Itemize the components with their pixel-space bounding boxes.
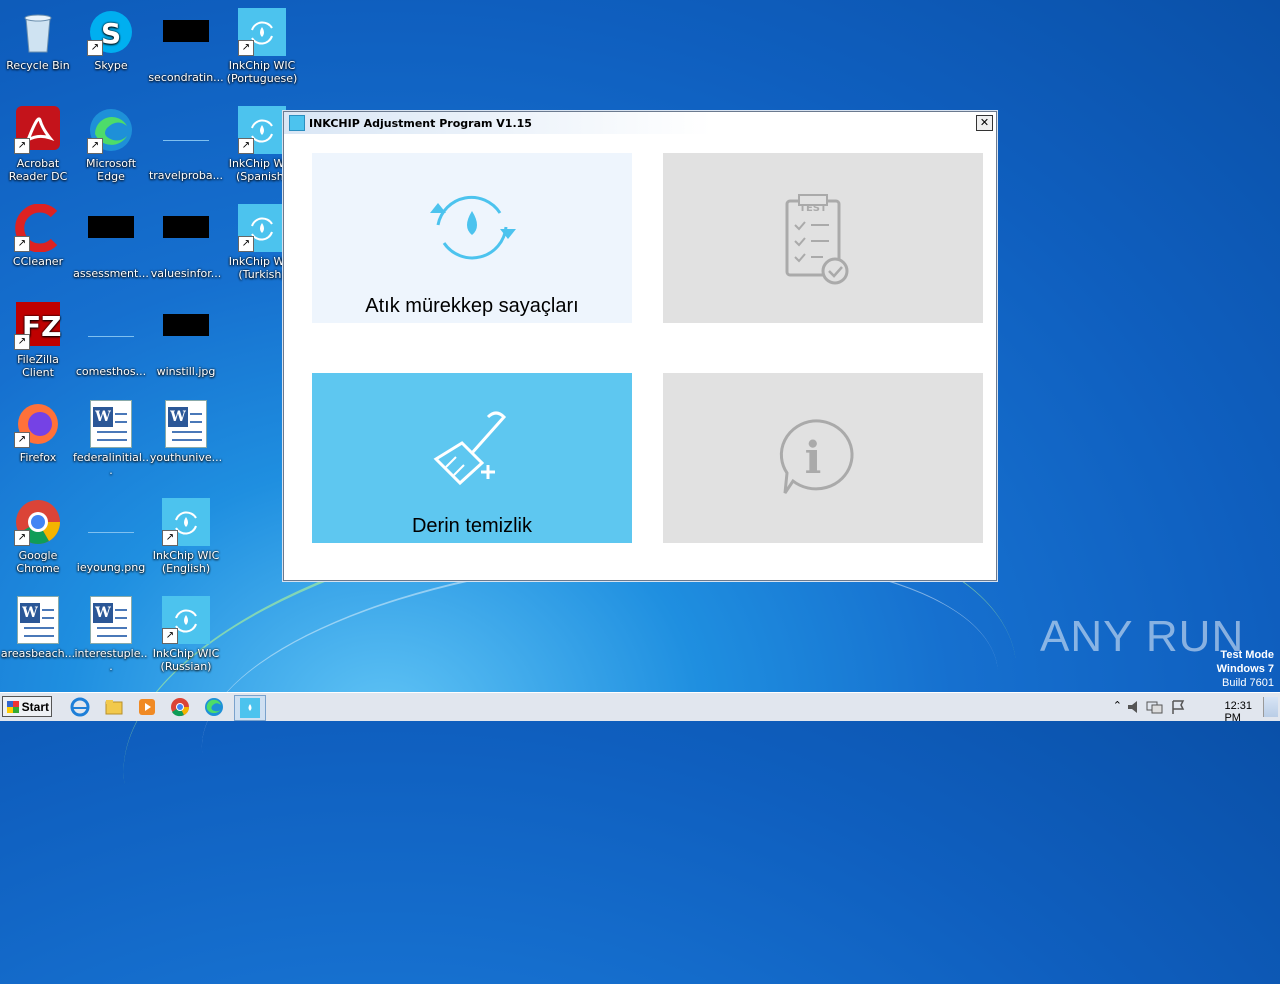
shortcut-arrow-icon: ↗ [14, 334, 30, 350]
broom-icon [433, 411, 507, 486]
word-document-icon: W [87, 400, 135, 448]
file-thumbnail-icon [87, 510, 135, 558]
start-button[interactable]: Start [2, 696, 52, 717]
file-thumbnail-icon [162, 314, 210, 362]
desktop-icon-acrobat[interactable]: ↗ Acrobat Reader DC [0, 106, 76, 183]
desktop-icon-chrome[interactable]: ↗ Google Chrome [0, 498, 76, 575]
word-document-icon: W [87, 596, 135, 644]
desktop-icon-winstill[interactable]: winstill.jpg [148, 302, 224, 378]
anyrun-watermark: ANY RUN [1040, 612, 1245, 661]
inkchip-icon: ↗ [238, 106, 286, 154]
desktop-icon-assessment[interactable]: assessment... [73, 204, 149, 280]
info-icon-text: i [805, 433, 822, 484]
file-explorer-icon[interactable] [104, 697, 124, 717]
desktop-icon-interestuple[interactable]: W interestuple... [73, 596, 149, 673]
inkchip-icon: ↗ [238, 204, 286, 252]
shortcut-arrow-icon: ↗ [87, 138, 103, 154]
inkchip-taskbar-button[interactable] [234, 695, 266, 721]
shortcut-arrow-icon: ↗ [14, 530, 30, 546]
desktop-icon-federalinitial[interactable]: W federalinitial... [73, 400, 149, 477]
edge-taskbar-icon[interactable] [204, 697, 224, 717]
media-player-icon[interactable] [137, 697, 157, 717]
file-thumbnail-icon [162, 216, 210, 264]
chrome-taskbar-icon[interactable] [170, 697, 190, 717]
file-thumbnail-icon [162, 20, 210, 68]
shortcut-arrow-icon: ↗ [162, 530, 178, 546]
file-thumbnail-icon [87, 216, 135, 264]
inkchip-taskbar-icon [240, 698, 260, 718]
shortcut-arrow-icon: ↗ [238, 40, 254, 56]
acrobat-icon: ↗ [14, 106, 62, 154]
firefox-icon: ↗ [14, 400, 62, 448]
desktop-icon-ccleaner[interactable]: ↗ CCleaner [0, 203, 76, 268]
shortcut-arrow-icon: ↗ [14, 138, 30, 154]
file-thumbnail-icon [87, 314, 135, 362]
test-mode-line: Test Mode [1220, 649, 1274, 661]
file-thumbnail-icon [162, 118, 210, 166]
desktop-icon-inkchip-english[interactable]: ↗ InkChip WIC (English) [148, 498, 224, 575]
inkchip-icon: ↗ [162, 596, 210, 644]
shortcut-arrow-icon: ↗ [162, 628, 178, 644]
desktop-icon-firefox[interactable]: ↗ Firefox [0, 400, 76, 464]
inkchip-icon: ↗ [238, 8, 286, 56]
desktop-icon-skype[interactable]: S ↗ Skype [73, 8, 149, 72]
inkchip-app-icon [289, 115, 305, 131]
network-icon[interactable] [1146, 699, 1164, 715]
word-document-icon: W [162, 400, 210, 448]
desktop-icon-areasbeach[interactable]: W areasbeach... [0, 596, 76, 660]
test-icon-text: TEST [799, 203, 827, 214]
desktop-icon-inkchip-russian[interactable]: ↗ InkChip WIC (Russian) [148, 596, 224, 673]
action-center-flag-icon[interactable] [1170, 699, 1186, 715]
desktop-icon-recycle-bin[interactable]: Recycle Bin [0, 8, 76, 72]
edge-icon: ↗ [87, 106, 135, 154]
window-titlebar[interactable]: INKCHIP Adjustment Program V1.15 ✕ [284, 112, 996, 134]
recycle-bin-icon [14, 8, 62, 56]
inkchip-window: INKCHIP Adjustment Program V1.15 ✕ Atık … [283, 111, 997, 581]
internet-explorer-icon[interactable] [70, 697, 90, 717]
windows-flag-icon [7, 701, 19, 713]
taskbar: Start ⌃ 12:31 PM [0, 692, 1280, 724]
waste-ink-counters-tile[interactable]: Atık mürekkep sayaçları [312, 153, 632, 323]
chrome-icon: ↗ [14, 498, 62, 546]
desktop-icon-travelproba[interactable]: travelproba... [148, 106, 224, 182]
desktop-icon-youthunive[interactable]: W youthunive... [148, 400, 224, 464]
window-title: INKCHIP Adjustment Program V1.15 [309, 116, 532, 130]
desktop-icon-secondratin[interactable]: secondratin... [148, 8, 224, 84]
shortcut-arrow-icon: ↗ [14, 432, 30, 448]
deep-clean-tile[interactable]: Derin temizlik [312, 373, 632, 543]
show-desktop-button[interactable] [1263, 697, 1278, 717]
volume-icon[interactable] [1126, 699, 1142, 715]
svg-text:S: S [101, 17, 121, 50]
os-name-line: Windows 7 [1216, 663, 1274, 675]
start-label: Start [21, 700, 49, 714]
desktop-icon-edge[interactable]: ↗ Microsoft Edge [73, 106, 149, 183]
info-tile[interactable]: i [663, 373, 983, 543]
inkchip-icon: ↗ [162, 498, 210, 546]
shortcut-arrow-icon: ↗ [14, 236, 30, 252]
test-tile[interactable]: TEST [663, 153, 983, 323]
desktop-icon-ieyoung[interactable]: ieyoung.png [73, 498, 149, 574]
show-hidden-icons-chevron-icon[interactable]: ⌃ [1113, 699, 1122, 712]
desktop-icon-inkchip-portuguese[interactable]: ↗ InkChip WIC (Portuguese) [224, 8, 300, 85]
test-mode-notice: Test Mode Windows 7 Build 7601 [1217, 648, 1274, 690]
build-line: Build 7601 [1222, 677, 1274, 689]
shortcut-arrow-icon: ↗ [238, 138, 254, 154]
desktop-icon-filezilla[interactable]: FZ ↗ FileZilla Client [0, 302, 76, 379]
refresh-drop-icon [430, 195, 516, 260]
shortcut-arrow-icon: ↗ [238, 236, 254, 252]
desktop-icon-comesthos[interactable]: comesthos... [73, 302, 149, 378]
clock[interactable]: 12:31 PM [1224, 700, 1252, 724]
desktop-icon-valuesinfor[interactable]: valuesinfor... [148, 204, 224, 280]
word-document-icon: W [14, 596, 62, 644]
test-clipboard-icon: TEST [785, 194, 849, 285]
deep-clean-label: Derin temizlik [411, 515, 533, 537]
waste-ink-counters-label: Atık mürekkep sayaçları [365, 295, 579, 317]
ccleaner-icon: ↗ [14, 203, 62, 253]
close-button[interactable]: ✕ [976, 115, 993, 131]
info-bubble-icon: i [779, 419, 854, 494]
filezilla-icon: FZ ↗ [14, 302, 62, 350]
skype-icon: S ↗ [87, 8, 135, 56]
shortcut-arrow-icon: ↗ [87, 40, 103, 56]
